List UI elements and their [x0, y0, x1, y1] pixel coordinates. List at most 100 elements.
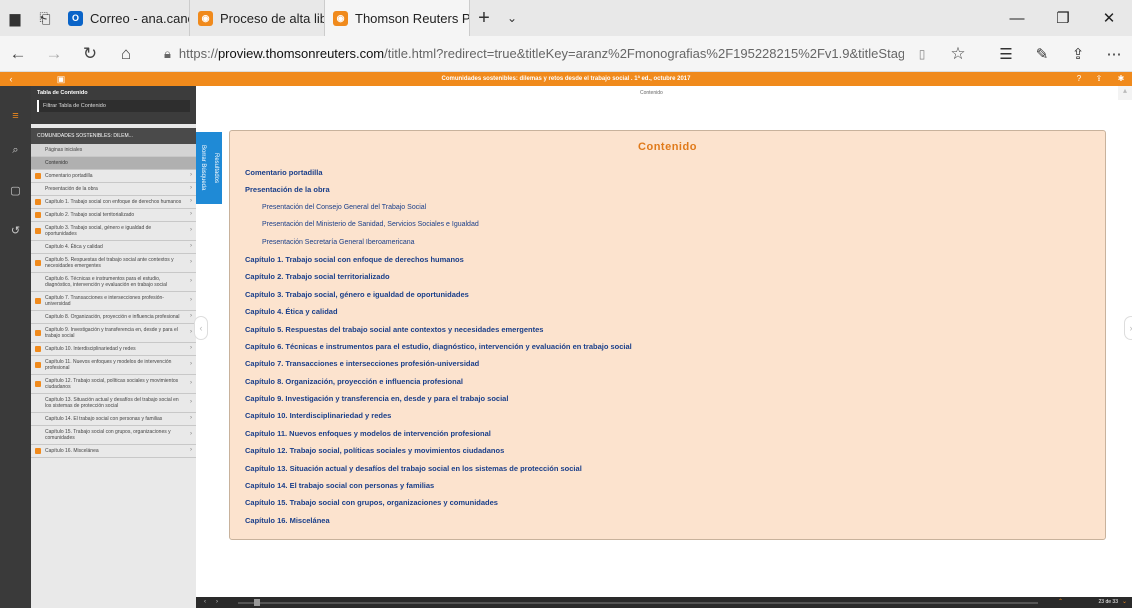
sidebar-item[interactable]: Capítulo 6. Técnicas e instrumentos para… [31, 273, 196, 292]
toc-sidebar: Tabla de Contenido Filtrar Tabla de Cont… [31, 86, 196, 608]
help-icon[interactable]: ? [1073, 73, 1085, 85]
chevron-up-icon[interactable]: ⌃ [1058, 597, 1063, 608]
tab-manager-icon[interactable]: ▆ [0, 0, 30, 36]
chapter-marker-icon [35, 448, 41, 454]
forward-icon[interactable]: → [36, 44, 72, 64]
toc-link[interactable]: Capítulo 7. Transacciones e interseccion… [245, 355, 1085, 372]
restore-icon[interactable]: ❐ [1040, 0, 1086, 36]
sidebar-item-label: Capítulo 1. Trabajo social con enfoque d… [45, 199, 182, 205]
toc-link[interactable]: Capítulo 14. El trabajo social con perso… [245, 477, 1085, 494]
content-label: Contenido [640, 90, 663, 96]
page-slider-thumb[interactable] [254, 599, 260, 606]
toc-link[interactable]: Capítulo 8. Organización, proyección e i… [245, 373, 1085, 390]
sidebar-item[interactable]: Páginas iniciales [31, 144, 196, 157]
toc-link[interactable]: Presentación Secretaría General Iberoame… [245, 234, 1085, 251]
chevron-right-icon: › [190, 227, 192, 233]
back-icon[interactable]: ← [0, 44, 36, 64]
sidebar-item[interactable]: Capítulo 9. Investigación y transferenci… [31, 324, 196, 343]
sidebar-item-label: Capítulo 16. Miscelánea [45, 448, 99, 454]
set-aside-tabs-icon[interactable]: ⎗ [30, 0, 60, 36]
toc-link[interactable]: Presentación del Ministerio de Sanidad, … [245, 216, 1085, 233]
sidebar-item[interactable]: Capítulo 8. Organización, proyección e i… [31, 311, 196, 324]
sidebar-item[interactable]: Capítulo 14. El trabajo social con perso… [31, 413, 196, 426]
sidebar-item[interactable]: Capítulo 4. Ética y calidad › [31, 241, 196, 254]
next-icon[interactable]: › [216, 597, 218, 608]
search-icon[interactable]: ⌕ [0, 144, 31, 157]
results-tab[interactable]: Resultados [210, 132, 222, 204]
pen-icon[interactable]: ✎ [1024, 45, 1060, 63]
sidebar-item-label: Capítulo 2. Trabajo social territorializ… [45, 212, 135, 218]
toc-link[interactable]: Capítulo 10. Interdisciplinariedad y red… [245, 407, 1085, 424]
sidebar-list: Páginas iniciales Contenido Comentario por… [31, 144, 196, 458]
sidebar-item[interactable]: Capítulo 11. Nuevos enfoques y modelos d… [31, 356, 196, 375]
toc-link[interactable]: Capítulo 9. Investigación y transferenci… [245, 390, 1085, 407]
sidebar-item[interactable]: Capítulo 16. Miscelánea › [31, 445, 196, 458]
page-navigation-bar: ‹ › ⌃ 23 de 33 ⌄ [196, 597, 1132, 608]
toc-link[interactable]: Presentación del Consejo General del Tra… [245, 199, 1085, 216]
toc-link[interactable]: Capítulo 1. Trabajo social con enfoque d… [245, 251, 1085, 268]
book-title[interactable]: COMUNIDADES SOSTENIBLES: DILEM... [31, 128, 196, 144]
sidebar-item[interactable]: Capítulo 1. Trabajo social con enfoque d… [31, 196, 196, 209]
toc-link[interactable]: Capítulo 12. Trabajo social, políticas s… [245, 442, 1085, 459]
minimize-icon[interactable]: — [994, 0, 1040, 36]
url-host: proview.thomsonreuters.com [217, 46, 385, 61]
filter-toc-input[interactable]: Filtrar Tabla de Contenido [37, 100, 190, 112]
annotations-icon[interactable]: ▢ [0, 184, 31, 197]
sidebar-item[interactable]: Presentación de la obra › [31, 183, 196, 196]
sidebar-item[interactable]: Capítulo 15. Trabajo social con grupos, … [31, 426, 196, 445]
toc-link[interactable]: Capítulo 11. Nuevos enfoques y modelos d… [245, 425, 1085, 442]
tab-preview-chevron-icon[interactable]: ⌄ [498, 11, 526, 25]
sidebar-item[interactable]: Capítulo 10. Interdisciplinariedad y red… [31, 343, 196, 356]
toc-link[interactable]: Presentación de la obra [245, 181, 1085, 198]
chevron-right-icon: › [190, 243, 192, 249]
sidebar-item[interactable]: Capítulo 3. Trabajo social, género e igu… [31, 222, 196, 241]
page-scroll-up-icon[interactable]: ▴ [1118, 86, 1132, 100]
clear-search-tab[interactable]: Borrar Búsqueda [196, 132, 210, 204]
close-window-icon[interactable]: ✕ [1086, 0, 1132, 36]
new-tab-icon[interactable]: + [470, 7, 498, 30]
share-document-icon[interactable]: ⇪ [1093, 73, 1105, 85]
tab-proview[interactable]: ◉ Thomson Reuters ProVi ✕ [325, 0, 470, 36]
page-slider[interactable] [238, 602, 1038, 604]
chevron-right-icon: › [190, 259, 192, 265]
url-field[interactable]: 🔒︎ https://proview.thomsonreuters.com/ti… [164, 46, 904, 62]
chevron-right-icon: › [190, 361, 192, 367]
refresh-icon[interactable]: ↻ [72, 44, 108, 64]
toc-link[interactable]: Capítulo 3. Trabajo social, género e igu… [245, 286, 1085, 303]
sidebar-item[interactable]: Contenido [31, 157, 196, 170]
sidebar-item[interactable]: Capítulo 12. Trabajo social, políticas s… [31, 375, 196, 394]
more-icon[interactable]: ⋯ [1096, 45, 1132, 63]
reading-view-icon[interactable]: ▯ [904, 47, 940, 61]
chevron-down-icon[interactable]: ⌄ [1122, 597, 1127, 608]
favorite-star-icon[interactable]: ☆ [940, 44, 976, 64]
toc-link[interactable]: Capítulo 13. Situación actual y desafíos… [245, 460, 1085, 477]
toc-link[interactable]: Capítulo 5. Respuestas del trabajo socia… [245, 321, 1085, 338]
sidebar-item[interactable]: Capítulo 7. Transacciones e interseccion… [31, 292, 196, 311]
toc-link[interactable]: Capítulo 15. Trabajo social con grupos, … [245, 494, 1085, 511]
sidebar-title: Tabla de Contenido [37, 90, 88, 96]
sidebar-item[interactable]: Comentario portadilla › [31, 170, 196, 183]
toc-icon[interactable]: ≡ [0, 110, 31, 122]
sidebar-item[interactable]: Capítulo 13. Situación actual y desafíos… [31, 394, 196, 413]
chevron-right-icon: › [190, 345, 192, 351]
previous-page-icon[interactable]: ‹ [194, 316, 208, 340]
prev-icon[interactable]: ‹ [204, 597, 206, 608]
sidebar-item[interactable]: Capítulo 2. Trabajo social territorializ… [31, 209, 196, 222]
sidebar-item-label: Capítulo 3. Trabajo social, género e igu… [45, 225, 152, 237]
home-icon[interactable]: ⌂ [108, 44, 144, 64]
settings-icon[interactable]: ✱ [1115, 73, 1127, 85]
chevron-right-icon: › [190, 313, 192, 319]
tab-outlook[interactable]: O Correo - ana.cano@ulpgc.es [60, 0, 190, 36]
toc-link[interactable]: Capítulo 4. Ética y calidad [245, 303, 1085, 320]
history-icon[interactable]: ↺ [0, 224, 31, 237]
sidebar-item-label: Capítulo 11. Nuevos enfoques y modelos d… [45, 359, 172, 371]
toc-link[interactable]: Capítulo 2. Trabajo social territorializ… [245, 268, 1085, 285]
favorites-icon[interactable]: ☰ [988, 45, 1024, 63]
toc-link[interactable]: Comentario portadilla [245, 164, 1085, 181]
toc-link[interactable]: Capítulo 16. Miscelánea [245, 512, 1085, 529]
toc-link[interactable]: Capítulo 6. Técnicas e instrumentos para… [245, 338, 1085, 355]
next-page-icon[interactable]: › [1124, 316, 1132, 340]
tab-proceso[interactable]: ◉ Proceso de alta libros electr [190, 0, 325, 36]
share-icon[interactable]: ⇪ [1060, 45, 1096, 63]
sidebar-item[interactable]: Capítulo 5. Respuestas del trabajo socia… [31, 254, 196, 273]
